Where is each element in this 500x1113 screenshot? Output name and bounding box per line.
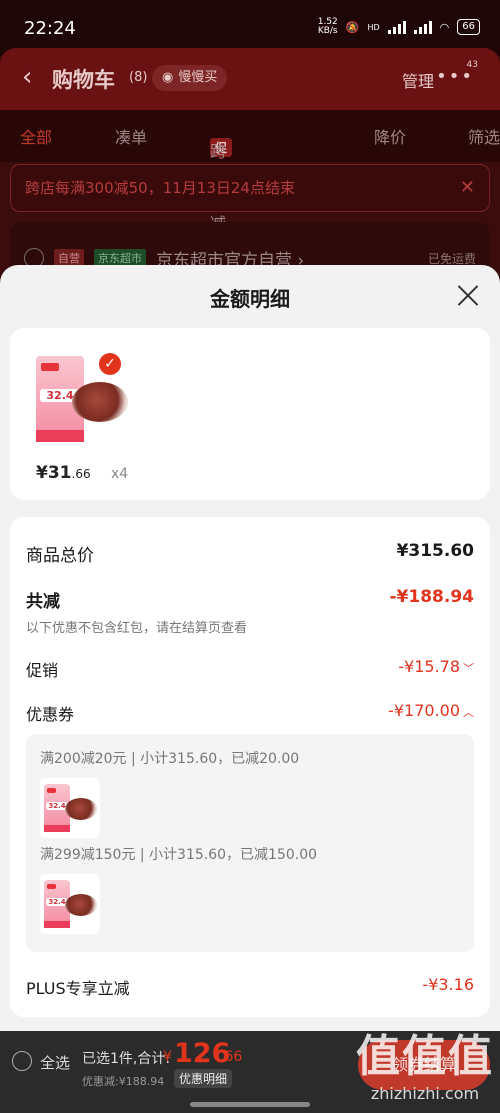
tab-filter[interactable]: 筛选 — [468, 124, 500, 148]
page-title: 购物车 — [52, 68, 115, 92]
brand-label — [40, 362, 60, 372]
promo-value: -¥15.78 — [398, 657, 460, 676]
sheet-title: 金额明细 — [210, 287, 290, 311]
reduce-value: -¥188.94 — [389, 587, 475, 607]
coupon-label: 优惠券 — [26, 705, 75, 724]
select-all-label[interactable]: 全选 — [40, 1052, 70, 1073]
reduce-label: 共减 — [26, 592, 60, 612]
manage-button[interactable]: 管理 — [402, 68, 434, 92]
meat-dish — [65, 798, 97, 820]
status-icons: 1.52 KB/s 🔕 HD ◠ 66 — [318, 18, 480, 36]
select-all-radio[interactable] — [12, 1051, 32, 1071]
promo-row-toggle[interactable]: -¥15.78 ﹀ — [398, 657, 474, 676]
slow-buy-label: 慢慢买 — [178, 70, 218, 85]
chevron-down-icon: ﹀ — [463, 662, 474, 675]
coupon-value: -¥170.00 — [388, 701, 460, 720]
cart-header: ‹ 购物车 (8) ◉ 慢慢买 管理 43 ••• — [0, 48, 500, 110]
close-icon[interactable] — [456, 283, 480, 307]
back-icon[interactable]: ‹ — [22, 62, 32, 92]
eye-icon: ◉ — [162, 70, 174, 85]
promo-banner: 跨店每满300减50，11月13日24点结束 ✕ — [10, 164, 490, 212]
coupon-row-toggle[interactable]: -¥170.00 ︿ — [388, 701, 474, 720]
meat-dish — [65, 894, 97, 916]
mute-icon: 🔕 — [345, 20, 360, 34]
watermark: 值值值 zhizhizhi.com — [350, 1030, 500, 1113]
hd-label: HD — [367, 22, 380, 32]
discount-summary: 优惠减:¥188.94 — [82, 1075, 165, 1088]
status-time: 22:24 — [24, 18, 76, 39]
slow-buy-button[interactable]: ◉ 慢慢买 — [152, 65, 228, 91]
selected-summary: 已选1件,合计: — [82, 1051, 171, 1067]
watermark-logo: 值值值 — [356, 1031, 494, 1082]
quantity: x4 — [111, 466, 129, 482]
cart-count: (8) — [129, 70, 148, 85]
coupon-item-2: 满299减150元 | 小计315.60，已减150.00 — [40, 847, 318, 863]
battery-icon: 66 — [457, 19, 480, 35]
home-indicator[interactable] — [190, 1102, 310, 1107]
network-speed: 1.52 KB/s — [317, 17, 338, 36]
plus-value: -¥3.16 — [422, 975, 474, 994]
tab-all[interactable]: 全部 — [20, 124, 52, 148]
close-icon[interactable]: ✕ — [460, 165, 475, 211]
tab-price-drop[interactable]: 降价 — [374, 124, 406, 148]
product-card: 32.4 ✓ ¥31.66 x4 — [10, 328, 490, 500]
discount-detail-button[interactable]: 优惠明细 — [174, 1069, 233, 1088]
promo-banner-text: 跨店每满300减50，11月13日24点结束 — [25, 179, 295, 197]
signal-icon — [387, 20, 406, 34]
wifi-icon: ◠ — [439, 20, 450, 34]
meat-dish — [72, 382, 128, 422]
plus-label: PLUS专享立减 — [26, 979, 130, 998]
watermark-url: zhizhizhi.com — [370, 1084, 480, 1103]
price-detail-card: 商品总价 ¥315.60 共减 -¥188.94 以下优惠不包含红包，请在结算页… — [10, 517, 490, 1017]
coupon-product-image-1: 32.4 — [40, 778, 100, 838]
signal-icon-2 — [413, 20, 432, 34]
reduce-note: 以下优惠不包含红包，请在结算页查看 — [26, 621, 248, 636]
amount-detail-sheet: 金额明细 32.4 ✓ ¥31.66 x4 商品总价 ¥315.60 共减 -¥… — [0, 265, 500, 1031]
coupon-list: 满200减20元 | 小计315.60，已减20.00 32.4 满299减15… — [26, 734, 474, 952]
total-value: ¥315.60 — [396, 541, 474, 561]
coupon-product-image-2: 32.4 — [40, 874, 100, 934]
package-strip — [36, 429, 84, 442]
tab-bundle[interactable]: 凑单 — [115, 124, 147, 148]
chevron-up-icon: ︿ — [463, 706, 474, 719]
total-amount-decimal: .66 — [220, 1049, 243, 1065]
filter-tabs: 全部 凑单 促跨店满减 降价 筛选 — [0, 110, 500, 233]
unit-price: ¥31.66 — [36, 463, 91, 483]
checked-icon: ✓ — [99, 353, 121, 375]
more-icon[interactable]: ••• — [436, 66, 474, 87]
total-label: 商品总价 — [26, 546, 94, 566]
coupon-item-1: 满200减20元 | 小计315.60，已减20.00 — [40, 751, 300, 767]
total-currency: ¥ — [163, 1049, 172, 1065]
promo-label: 促销 — [26, 661, 59, 680]
